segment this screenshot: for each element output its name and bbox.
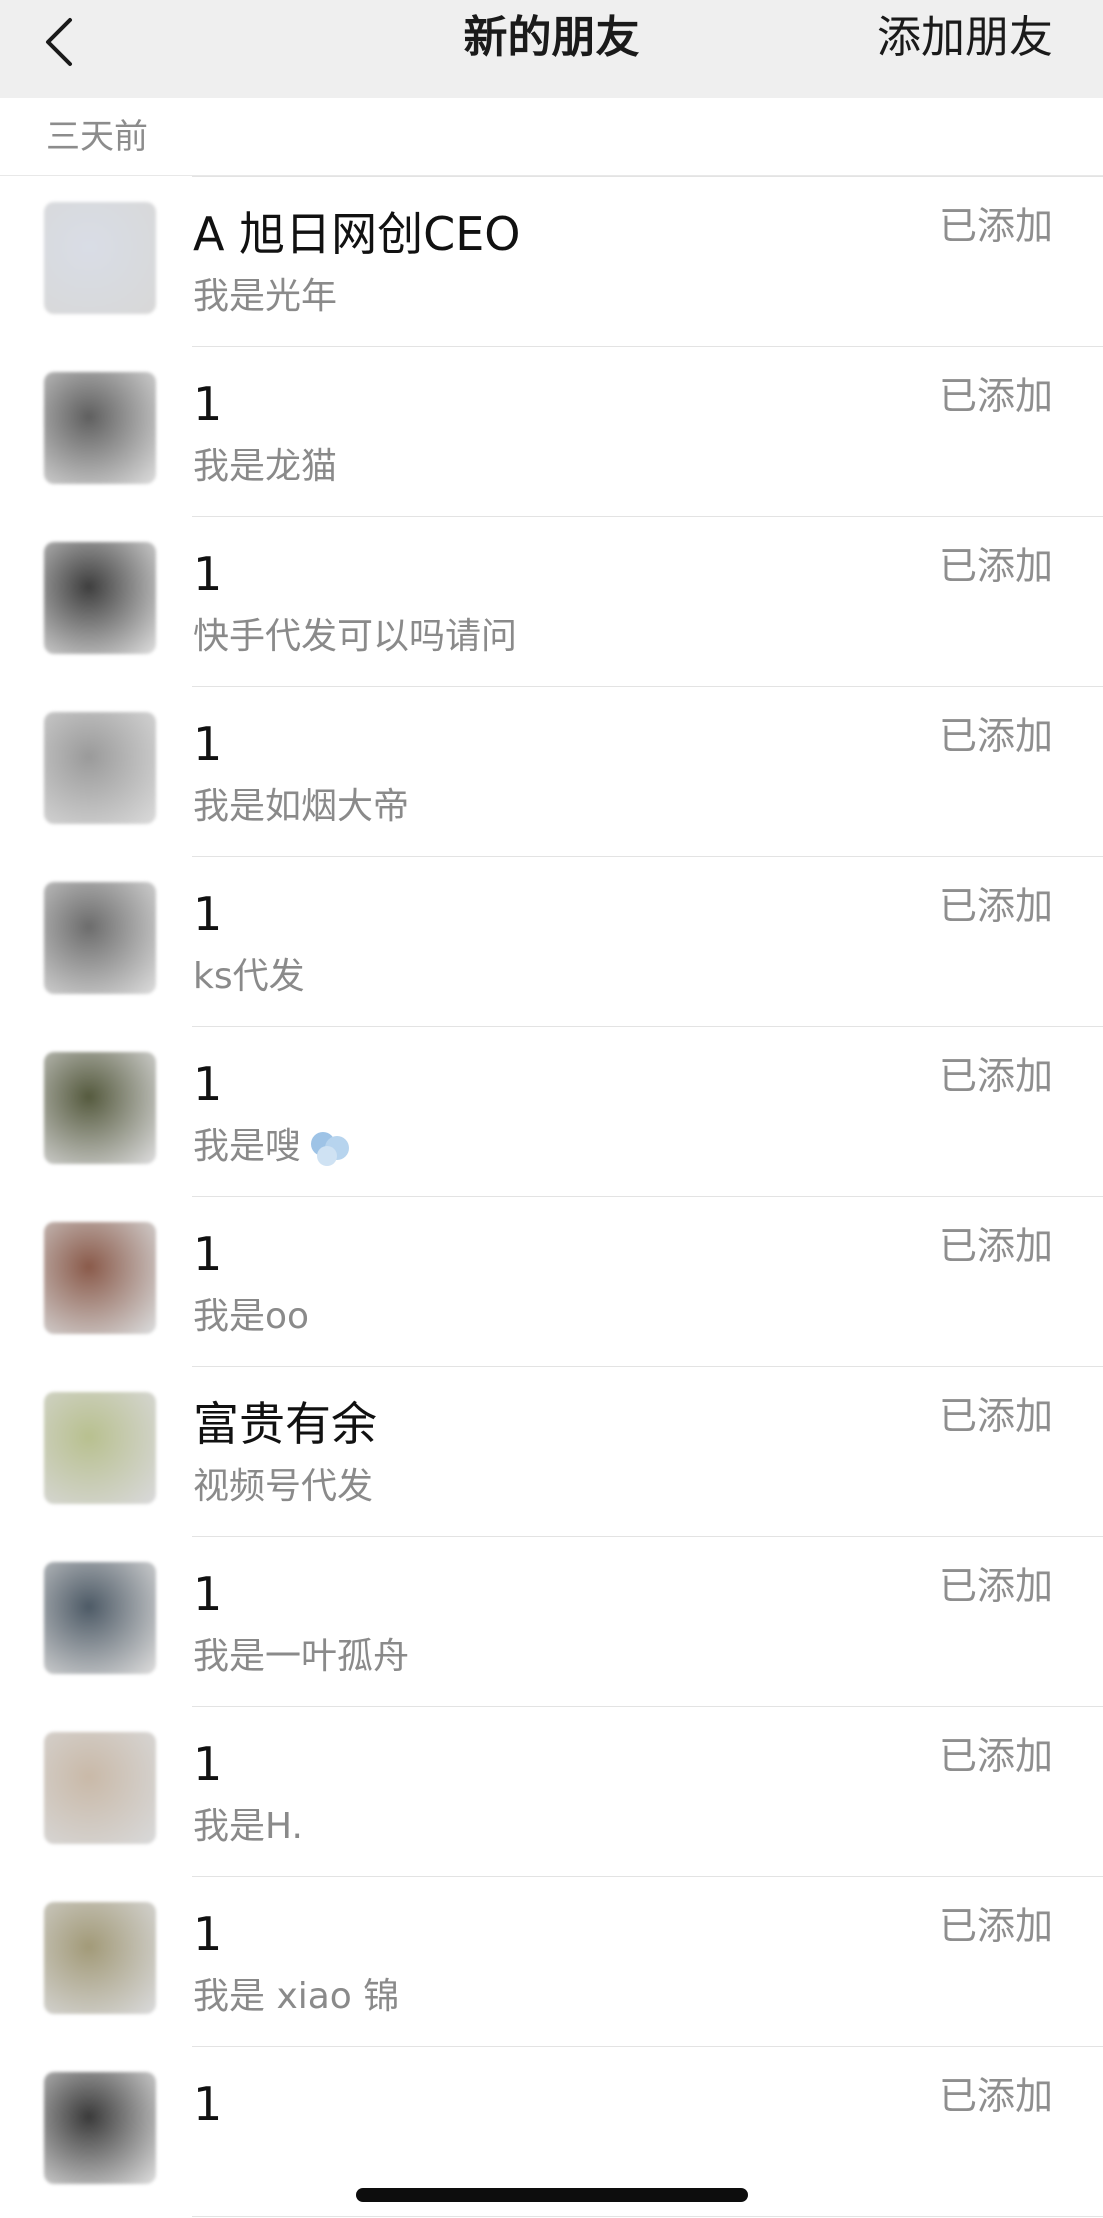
request-message: 视频号代发	[193, 1461, 373, 1513]
request-message-text: 我是龙猫	[193, 446, 338, 487]
request-message-text: ks代发	[193, 956, 305, 997]
added-status: 已添加	[938, 1564, 1053, 1608]
request-message-text: 我是光年	[193, 276, 338, 317]
request-message: 我是H.	[193, 1801, 303, 1853]
added-status: 已添加	[938, 2074, 1053, 2118]
avatar[interactable]	[44, 2072, 156, 2184]
avatar[interactable]	[44, 372, 156, 484]
new-friends-screen: 1我是王有胜已添加A 旭日网创CEO我是光年已添加1我是龙猫已添加1快手代发可以…	[0, 0, 1103, 2218]
contact-name: 1	[193, 2077, 223, 2131]
contact-name: A 旭日网创CEO	[193, 207, 521, 261]
list-item[interactable]: 1 我是H. 已添加	[0, 1707, 1103, 1877]
avatar[interactable]	[44, 1052, 156, 1164]
contact-name: 1	[193, 1057, 223, 1111]
request-message: 我是嗖	[193, 1121, 355, 1173]
contact-name: 1	[193, 547, 223, 601]
request-message: 我是 xiao 锦	[193, 1971, 399, 2023]
added-status: 已添加	[938, 1394, 1053, 1438]
request-message: 我是如烟大帝	[193, 781, 409, 833]
add-friend-button[interactable]: 添加朋友	[877, 8, 1053, 68]
added-status: 已添加	[938, 1904, 1053, 1948]
contact-name: 1	[193, 1737, 223, 1791]
list-item[interactable]: 1 我是如烟大帝 已添加	[0, 687, 1103, 857]
request-message: 我是一叶孤舟	[193, 1631, 409, 1683]
request-message-text: 我是嗖	[193, 1126, 302, 1167]
avatar[interactable]	[44, 712, 156, 824]
avatar[interactable]	[44, 882, 156, 994]
request-message: 我是oo	[193, 1291, 309, 1343]
request-message-text: 快手代发可以吗请问	[193, 616, 518, 657]
added-status: 已添加	[938, 374, 1053, 418]
section-header: 三天前	[0, 98, 1103, 176]
avatar[interactable]	[44, 1562, 156, 1674]
avatar[interactable]	[44, 202, 156, 314]
list-item[interactable]: A 旭日网创CEO 我是光年 已添加	[0, 177, 1103, 347]
nav-bar: 新的朋友 添加朋友	[0, 0, 1103, 98]
request-message-text: 我是一叶孤舟	[193, 1636, 410, 1677]
added-status: 已添加	[938, 1224, 1053, 1268]
list-item[interactable]: 1 我是一叶孤舟 已添加	[0, 1537, 1103, 1707]
avatar[interactable]	[44, 1222, 156, 1334]
list-item[interactable]: 1 我是oo 已添加	[0, 1197, 1103, 1367]
list-item[interactable]: 1 我是嗖 已添加	[0, 1027, 1103, 1197]
request-message: ks代发	[193, 951, 305, 1003]
avatar[interactable]	[44, 1392, 156, 1504]
request-message-text: 我是oo	[193, 1296, 310, 1337]
request-message: 快手代发可以吗请问	[193, 611, 517, 663]
contact-name: 1	[193, 1227, 223, 1281]
added-status: 已添加	[938, 544, 1053, 588]
contact-name: 1	[193, 1907, 223, 1961]
friend-request-list[interactable]: 1我是王有胜已添加A 旭日网创CEO我是光年已添加1我是龙猫已添加1快手代发可以…	[0, 7, 1103, 2217]
added-status: 已添加	[938, 204, 1053, 248]
avatar[interactable]	[44, 542, 156, 654]
divider	[192, 2216, 1103, 2217]
avatar[interactable]	[44, 1902, 156, 2014]
added-status: 已添加	[938, 714, 1053, 758]
home-indicator[interactable]	[356, 2188, 748, 2202]
list-item[interactable]: 1 我是龙猫 已添加	[0, 347, 1103, 517]
contact-name: 1	[193, 377, 223, 431]
list-item[interactable]: 1 我是 xiao 锦 已添加	[0, 1877, 1103, 2047]
request-message-text: 视频号代发	[193, 1466, 374, 1507]
added-status: 已添加	[938, 884, 1053, 928]
request-message: 我是龙猫	[193, 441, 337, 493]
added-status: 已添加	[938, 1734, 1053, 1778]
contact-name: 富贵有余	[193, 1397, 377, 1451]
contact-name: 1	[193, 717, 223, 771]
list-item[interactable]: 富贵有余视频号代发 已添加	[0, 1367, 1103, 1537]
request-message: 我是光年	[193, 271, 337, 323]
contact-name: 1	[193, 1567, 223, 1621]
contact-name: 1	[193, 887, 223, 941]
added-status: 已添加	[938, 1054, 1053, 1098]
request-message-text: 我是 xiao 锦	[193, 1976, 400, 2017]
request-message-text: 我是如烟大帝	[193, 786, 410, 827]
list-item[interactable]: 1 快手代发可以吗请问 已添加	[0, 517, 1103, 687]
list-item[interactable]: 1 ks代发 已添加	[0, 857, 1103, 1027]
avatar[interactable]	[44, 1732, 156, 1844]
request-message-text: 我是H.	[193, 1806, 303, 1847]
section-label: 三天前	[46, 117, 148, 157]
dash-emoji-icon	[311, 1132, 350, 1166]
